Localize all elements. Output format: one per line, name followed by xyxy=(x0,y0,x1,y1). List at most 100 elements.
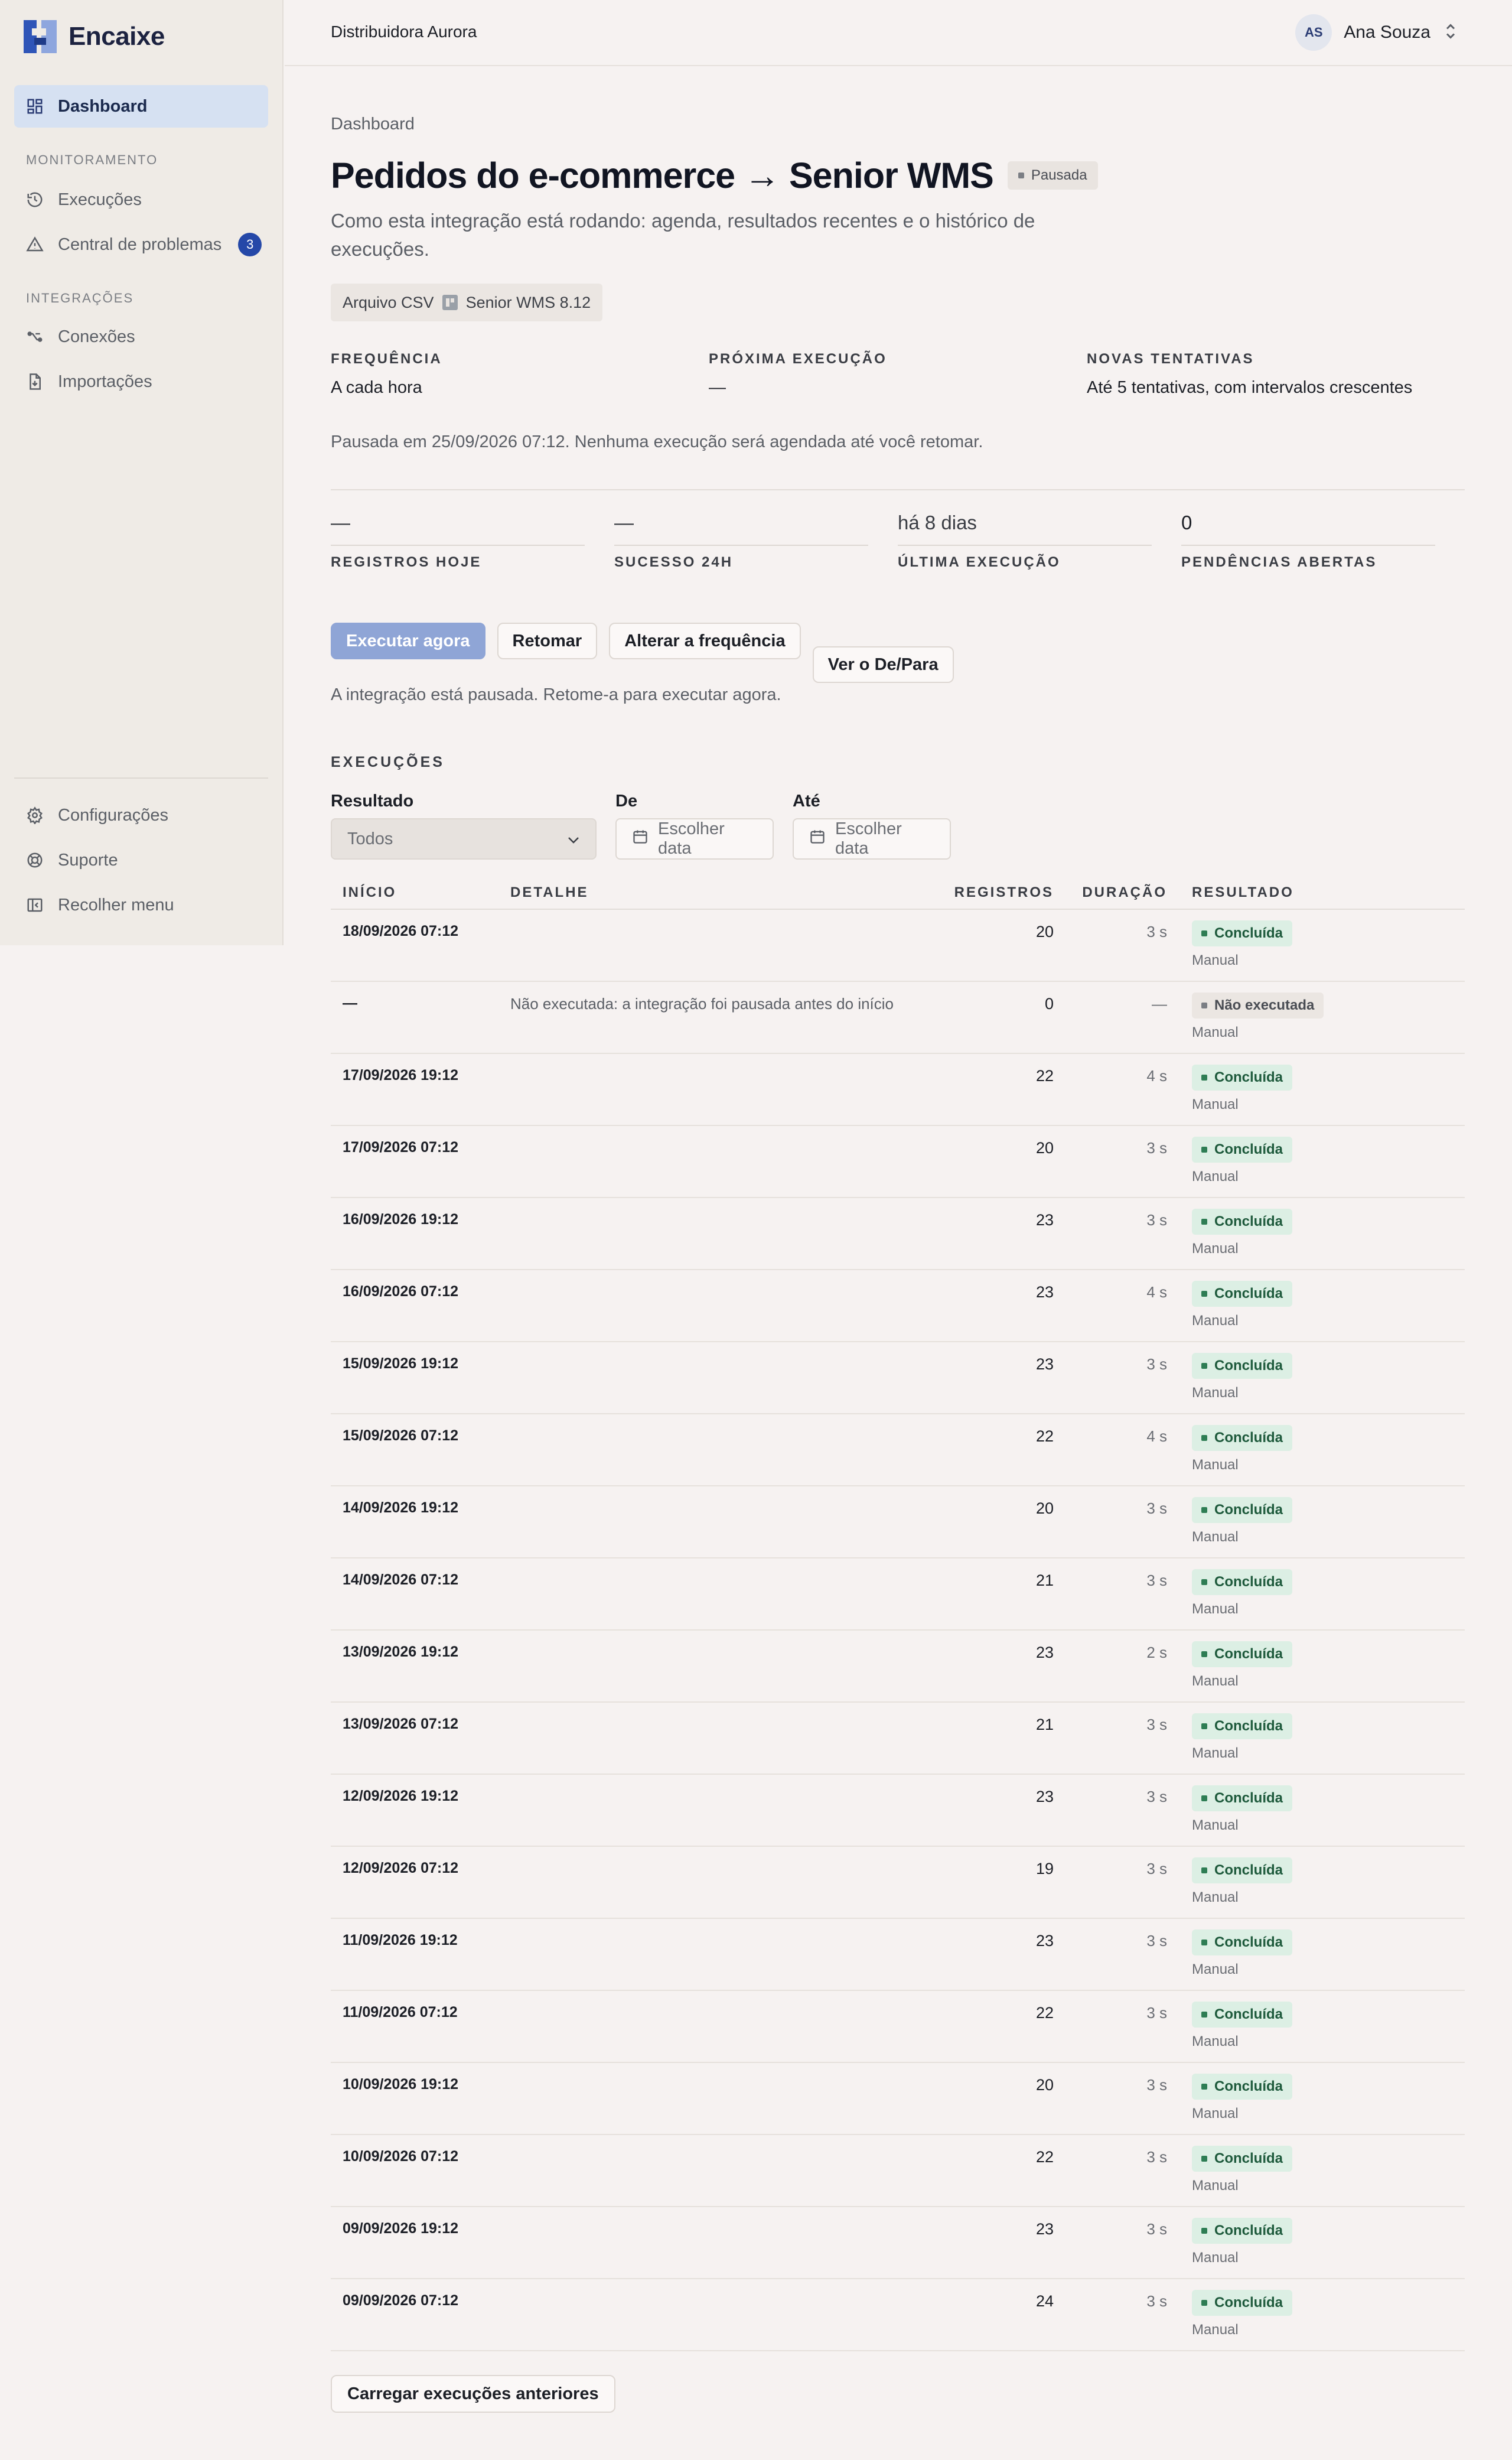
sidebar-item-dashboard[interactable]: Dashboard xyxy=(14,85,268,128)
status-badge-label: Pausada xyxy=(1031,167,1087,183)
table-row[interactable]: 12/09/2026 19:12 23 3 s Concluída Manual xyxy=(331,1775,1465,1847)
result-trigger: Manual xyxy=(1192,2178,1239,2194)
sidebar-item-support[interactable]: Suporte xyxy=(14,839,268,881)
result-trigger: Manual xyxy=(1192,1673,1239,1689)
table-row[interactable]: 11/09/2026 19:12 23 3 s Concluída Manual xyxy=(331,1919,1465,1991)
table-row[interactable]: 13/09/2026 07:12 21 3 s Concluída Manual xyxy=(331,1703,1465,1775)
source-label: Arquivo CSV xyxy=(343,293,434,311)
sidebar-item-imports[interactable]: Importações xyxy=(14,360,268,403)
user-menu[interactable]: AS Ana Souza xyxy=(1295,14,1456,51)
table-row[interactable]: 15/09/2026 07:12 22 4 s Concluída Manual xyxy=(331,1414,1465,1486)
warning-icon xyxy=(26,236,44,253)
change-frequency-button[interactable]: Alterar a frequência xyxy=(609,623,801,659)
sidebar-item-collapse[interactable]: Recolher menu xyxy=(14,884,268,926)
result-badge: Concluída xyxy=(1192,2146,1293,2172)
table-row[interactable]: 12/09/2026 07:12 19 3 s Concluída Manual xyxy=(331,1847,1465,1919)
schedule-meta: FREQUÊNCIA A cada hora PRÓXIMA EXECUÇÃO … xyxy=(331,351,1465,398)
result-badge-label: Concluída xyxy=(1214,925,1283,941)
sidebar-item-label: Execuções xyxy=(58,190,142,209)
column-header-records[interactable]: REGISTROS xyxy=(936,884,1054,901)
table-row[interactable]: 09/09/2026 07:12 24 3 s Concluída Manual xyxy=(331,2279,1465,2351)
cell-duration: 3 s xyxy=(1146,1139,1167,1157)
table-row[interactable]: 17/09/2026 07:12 20 3 s Concluída Manual xyxy=(331,1126,1465,1198)
connections-icon xyxy=(26,328,44,346)
table-row[interactable]: — Não executada: a integração foi pausada… xyxy=(331,982,1465,1054)
run-now-button[interactable]: Executar agora xyxy=(331,623,485,659)
column-header-duration[interactable]: DURAÇÃO xyxy=(1054,884,1167,901)
table-row[interactable]: 10/09/2026 07:12 22 3 s Concluída Manual xyxy=(331,2135,1465,2207)
table-row[interactable]: 14/09/2026 19:12 20 3 s Concluída Manual xyxy=(331,1486,1465,1558)
cell-start: 17/09/2026 19:12 xyxy=(343,1067,459,1083)
cell-start: 11/09/2026 07:12 xyxy=(343,2004,458,2020)
result-trigger: Manual xyxy=(1192,2322,1239,2338)
history-icon xyxy=(26,191,44,209)
cell-duration: 3 s xyxy=(1146,1932,1167,1950)
sidebar-item-executions[interactable]: Execuções xyxy=(14,178,268,221)
resume-button[interactable]: Retomar xyxy=(497,623,598,659)
lifebuoy-icon xyxy=(26,851,44,869)
meta-frequency: FREQUÊNCIA A cada hora xyxy=(331,351,709,398)
table-row[interactable]: 10/09/2026 19:12 20 3 s Concluída Manual xyxy=(331,2063,1465,2135)
result-select[interactable]: Todos xyxy=(331,818,597,860)
table-row[interactable]: 16/09/2026 07:12 23 4 s Concluída Manual xyxy=(331,1270,1465,1342)
view-mapping-button[interactable]: Ver o De/Para xyxy=(812,646,954,683)
table-row[interactable]: 18/09/2026 07:12 20 3 s Concluída Manual xyxy=(331,910,1465,982)
result-badge: Concluída xyxy=(1192,1497,1293,1523)
section-divider xyxy=(331,489,1465,490)
stat-value: — xyxy=(614,512,634,533)
table-row[interactable]: 15/09/2026 19:12 23 3 s Concluída Manual xyxy=(331,1342,1465,1414)
table-row[interactable]: 17/09/2026 19:12 22 4 s Concluída Manual xyxy=(331,1054,1465,1126)
sidebar-item-settings[interactable]: Configurações xyxy=(14,794,268,837)
cell-result: Concluída Manual xyxy=(1167,1497,1465,1545)
cell-result: Concluída Manual xyxy=(1167,1857,1465,1906)
to-date-picker[interactable]: Escolher data xyxy=(793,818,951,860)
cell-start: 13/09/2026 07:12 xyxy=(343,1716,459,1732)
cell-result: Concluída Manual xyxy=(1167,1785,1465,1834)
result-badge: Concluída xyxy=(1192,2074,1293,2100)
result-badge: Concluída xyxy=(1192,1137,1293,1163)
stat-value: 0 xyxy=(1181,512,1192,533)
calendar-icon xyxy=(632,828,658,850)
breadcrumb[interactable]: Dashboard xyxy=(331,115,415,134)
sidebar-item-connections[interactable]: Conexões xyxy=(14,315,268,358)
table-row[interactable]: 09/09/2026 19:12 23 3 s Concluída Manual xyxy=(331,2207,1465,2279)
result-dot-icon xyxy=(1201,1435,1207,1441)
cell-records: 22 xyxy=(1035,1427,1054,1445)
cell-duration: 4 s xyxy=(1146,1067,1167,1085)
result-badge-label: Concluída xyxy=(1214,1574,1283,1590)
result-dot-icon xyxy=(1201,1579,1207,1585)
column-header-detail: DETALHE xyxy=(510,884,589,900)
filter-to: Até Escolher data xyxy=(793,792,951,860)
result-dot-icon xyxy=(1201,1651,1207,1657)
meta-label: NOVAS TENTATIVAS xyxy=(1087,351,1254,367)
cell-detail: Não executada: a integração foi pausada … xyxy=(510,995,894,1013)
column-header-result[interactable]: RESULTADO xyxy=(1167,884,1465,901)
table-row[interactable]: 14/09/2026 07:12 21 3 s Concluída Manual xyxy=(331,1558,1465,1631)
result-dot-icon xyxy=(1201,2228,1207,2234)
executions-heading: EXECUÇÕES xyxy=(331,754,445,770)
stat-open-issues: 0 PENDÊNCIAS ABERTAS xyxy=(1181,512,1465,571)
cell-start: 12/09/2026 19:12 xyxy=(343,1788,459,1804)
table-body: 18/09/2026 07:12 20 3 s Concluída Manual — Não… xyxy=(331,910,1465,2351)
app-logo[interactable]: Encaixe xyxy=(24,20,165,53)
table-row[interactable]: 11/09/2026 07:12 22 3 s Concluída Manual xyxy=(331,1991,1465,2063)
table-row[interactable]: 16/09/2026 19:12 23 3 s Concluída Manual xyxy=(331,1198,1465,1270)
meta-next-run: PRÓXIMA EXECUÇÃO — xyxy=(709,351,1087,398)
cell-duration: 3 s xyxy=(1146,2076,1167,2094)
cell-records: 23 xyxy=(1035,1644,1054,1661)
cell-duration: 3 s xyxy=(1146,1211,1167,1229)
column-header-start[interactable]: INÍCIO xyxy=(331,884,510,901)
result-badge-label: Concluída xyxy=(1214,1646,1283,1662)
table-row[interactable]: 13/09/2026 19:12 23 2 s Concluída Manual xyxy=(331,1631,1465,1703)
paused-note: Pausada em 25/09/2026 07:12. Nenhuma exe… xyxy=(331,432,983,451)
from-date-picker[interactable]: Escolher data xyxy=(615,818,774,860)
stat-divider xyxy=(331,545,585,546)
stat-label: SUCESSO 24H xyxy=(614,554,734,570)
load-more-button[interactable]: Carregar execuções anteriores xyxy=(331,2375,615,2413)
cell-detail xyxy=(510,1065,936,1067)
cell-detail xyxy=(510,1137,936,1139)
meta-value: A cada hora xyxy=(331,378,422,397)
stat-label: REGISTROS HOJE xyxy=(331,554,482,570)
sidebar-item-problems[interactable]: Central de problemas 3 xyxy=(14,223,268,266)
problems-count-badge: 3 xyxy=(238,233,262,256)
